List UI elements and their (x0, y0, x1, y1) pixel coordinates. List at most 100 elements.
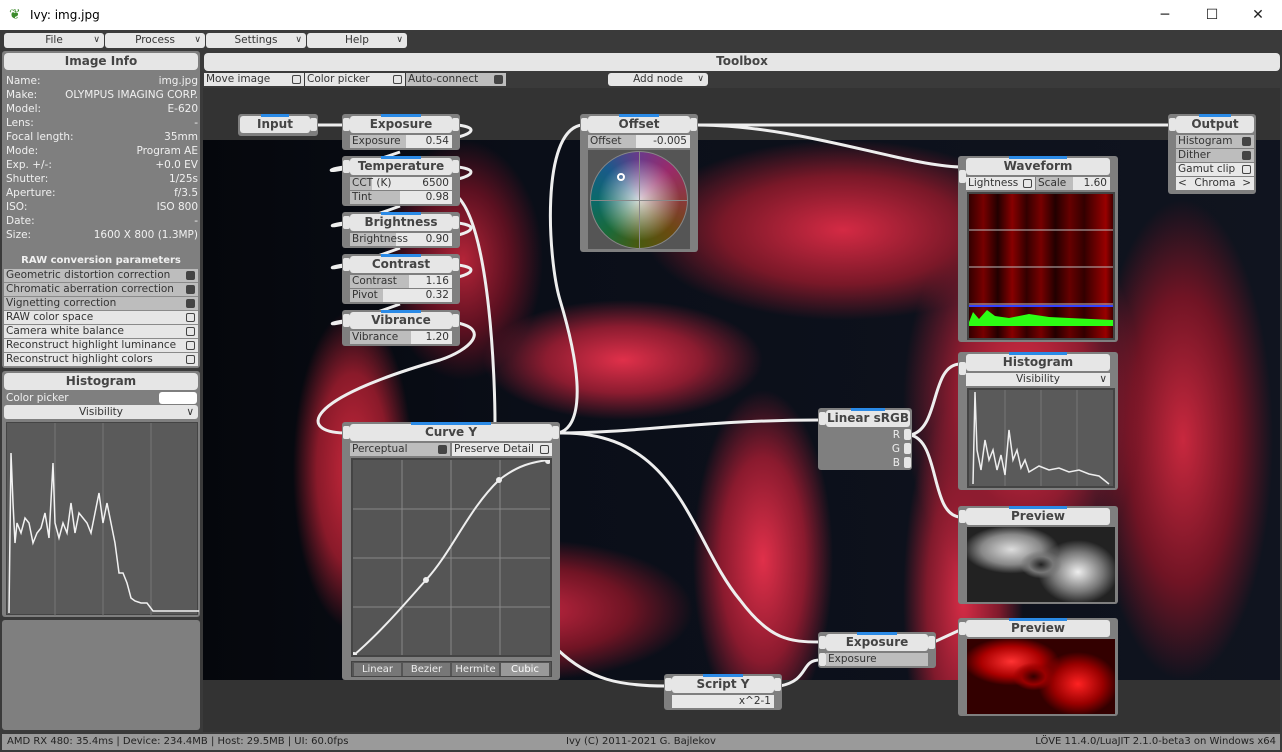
curve-graph[interactable] (353, 460, 550, 655)
node-output[interactable]: Output Histogram Dither Gamut clip < Chro… (1168, 114, 1256, 194)
mode-hermite-button[interactable]: Hermite (452, 663, 499, 676)
node-title[interactable]: Output (1176, 114, 1254, 133)
mode-bezier-button[interactable]: Bezier (403, 663, 450, 676)
node-title[interactable]: Input (240, 114, 310, 133)
histogram-mode-select[interactable]: Visibility ∨ (966, 373, 1110, 386)
output-port-r[interactable] (904, 429, 911, 440)
color-wheel-area[interactable] (588, 150, 690, 249)
node-preview-2[interactable]: Preview (958, 618, 1118, 716)
histogram-mode-select[interactable]: Visibility ∨ (4, 405, 198, 419)
node-linear-srgb[interactable]: Linear sRGB R G B (818, 408, 912, 470)
curve-editor[interactable] (351, 458, 552, 657)
color-picker-swatch[interactable] (159, 392, 197, 404)
node-title[interactable]: Exposure (350, 114, 452, 133)
node-script-y[interactable]: Script Y x^2-1 (664, 674, 782, 710)
raw-option-toggle[interactable]: Reconstruct highlight colors (4, 353, 198, 367)
raw-option-toggle[interactable]: Chromatic aberration correction (4, 283, 198, 297)
node-preview-1[interactable]: Preview (958, 506, 1118, 604)
preserve-detail-toggle[interactable]: Preserve Detail (452, 443, 552, 456)
tint-slider[interactable]: Tint 0.98 (350, 191, 452, 204)
node-title[interactable]: Script Y (672, 674, 774, 693)
node-contrast[interactable]: Contrast Contrast 1.16 Pivot 0.32 (342, 254, 460, 304)
node-title[interactable]: Preview (966, 618, 1110, 637)
input-port[interactable] (665, 678, 672, 691)
script-expression-input[interactable]: x^2-1 (672, 695, 774, 708)
node-title[interactable]: Brightness (350, 212, 452, 231)
menu-file[interactable]: File ∨ (4, 33, 104, 48)
node-temperature[interactable]: Temperature CCT (K) 6500 Tint 0.98 (342, 156, 460, 206)
output-port[interactable] (452, 314, 459, 327)
pivot-slider[interactable]: Pivot 0.32 (350, 289, 452, 302)
input-port[interactable] (581, 118, 588, 131)
brightness-slider[interactable]: Brightness 0.90 (350, 233, 452, 246)
lightness-toggle[interactable]: Lightness (966, 177, 1035, 190)
input-port[interactable] (959, 170, 966, 183)
output-port[interactable] (452, 160, 459, 173)
node-exposure[interactable]: Exposure Exposure 0.54 (342, 114, 460, 150)
raw-option-toggle[interactable]: Reconstruct highlight luminance (4, 339, 198, 353)
maximize-button[interactable]: ☐ (1192, 4, 1232, 26)
input-port[interactable] (959, 362, 966, 375)
dither-toggle[interactable]: Dither (1176, 149, 1254, 162)
vibrance-slider[interactable]: Vibrance 1.20 (350, 331, 452, 344)
offset-slider[interactable]: Offset -0.005 (588, 135, 690, 148)
menu-process[interactable]: Process ∨ (105, 33, 205, 48)
cct-slider[interactable]: CCT (K) 6500 (350, 177, 452, 190)
node-title[interactable]: Temperature (350, 156, 452, 175)
move-image-toggle[interactable]: Move image (204, 73, 304, 86)
wheel-handle[interactable] (617, 173, 625, 181)
gamut-mode-selector[interactable]: < Chroma > (1176, 177, 1254, 190)
output-port[interactable] (310, 118, 317, 131)
node-title[interactable]: Offset (588, 114, 690, 133)
input-port[interactable] (343, 258, 350, 271)
input-port[interactable] (343, 118, 350, 131)
exposure-param[interactable]: Exposure (826, 653, 928, 666)
perceptual-toggle[interactable]: Perceptual (350, 443, 450, 456)
input-port[interactable] (343, 314, 350, 327)
exposure-slider[interactable]: Exposure 0.54 (350, 135, 452, 148)
minimize-button[interactable]: ─ (1145, 4, 1185, 26)
contrast-slider[interactable]: Contrast 1.16 (350, 275, 452, 288)
node-input[interactable]: Input (238, 114, 318, 136)
input-port[interactable] (959, 510, 966, 523)
node-title[interactable]: Contrast (350, 254, 452, 273)
node-title[interactable]: Preview (966, 506, 1110, 525)
raw-option-toggle[interactable]: Vignetting correction (4, 297, 198, 311)
node-title[interactable]: Vibrance (350, 310, 452, 329)
input-port[interactable] (343, 160, 350, 173)
mode-linear-button[interactable]: Linear (354, 663, 401, 676)
node-vibrance[interactable]: Vibrance Vibrance 1.20 (342, 310, 460, 346)
node-curve-y[interactable]: Curve Y Perceptual Preserve Detail Linea… (342, 422, 560, 680)
input-port[interactable] (343, 426, 350, 439)
scale-slider[interactable]: Scale 1.60 (1036, 177, 1110, 190)
node-brightness[interactable]: Brightness Brightness 0.90 (342, 212, 460, 248)
output-port[interactable] (928, 636, 935, 649)
node-histogram[interactable]: Histogram Visibility ∨ (958, 352, 1118, 490)
raw-option-toggle[interactable]: Geometric distortion correction (4, 269, 198, 283)
output-port[interactable] (690, 118, 697, 131)
node-offset[interactable]: Offset Offset -0.005 (580, 114, 698, 252)
output-port[interactable] (552, 426, 559, 439)
node-title[interactable]: Linear sRGB (826, 408, 910, 427)
add-node-select[interactable]: Add node ∨ (608, 73, 708, 86)
node-title[interactable]: Histogram (966, 352, 1110, 371)
output-port-b[interactable] (904, 457, 911, 468)
menu-settings[interactable]: Settings ∨ (206, 33, 306, 48)
color-wheel[interactable] (590, 151, 688, 249)
input-port[interactable] (343, 216, 350, 229)
node-title[interactable]: Exposure (826, 632, 928, 651)
raw-option-toggle[interactable]: RAW color space (4, 311, 198, 325)
histogram-toggle[interactable]: Histogram (1176, 135, 1254, 148)
output-port[interactable] (452, 258, 459, 271)
raw-option-toggle[interactable]: Camera white balance (4, 325, 198, 339)
auto-connect-toggle[interactable]: Auto-connect (406, 73, 506, 86)
node-title[interactable]: Curve Y (350, 422, 552, 441)
output-port-g[interactable] (904, 443, 911, 454)
input-port[interactable] (959, 622, 966, 635)
node-waveform[interactable]: Waveform Lightness Scale 1.60 (958, 156, 1118, 342)
color-picker-toggle[interactable]: Color picker (305, 73, 405, 86)
input-port[interactable] (1169, 118, 1176, 131)
chevron-right-icon[interactable]: > (1242, 177, 1251, 190)
close-button[interactable]: ✕ (1238, 4, 1278, 26)
input-port[interactable] (819, 636, 826, 649)
